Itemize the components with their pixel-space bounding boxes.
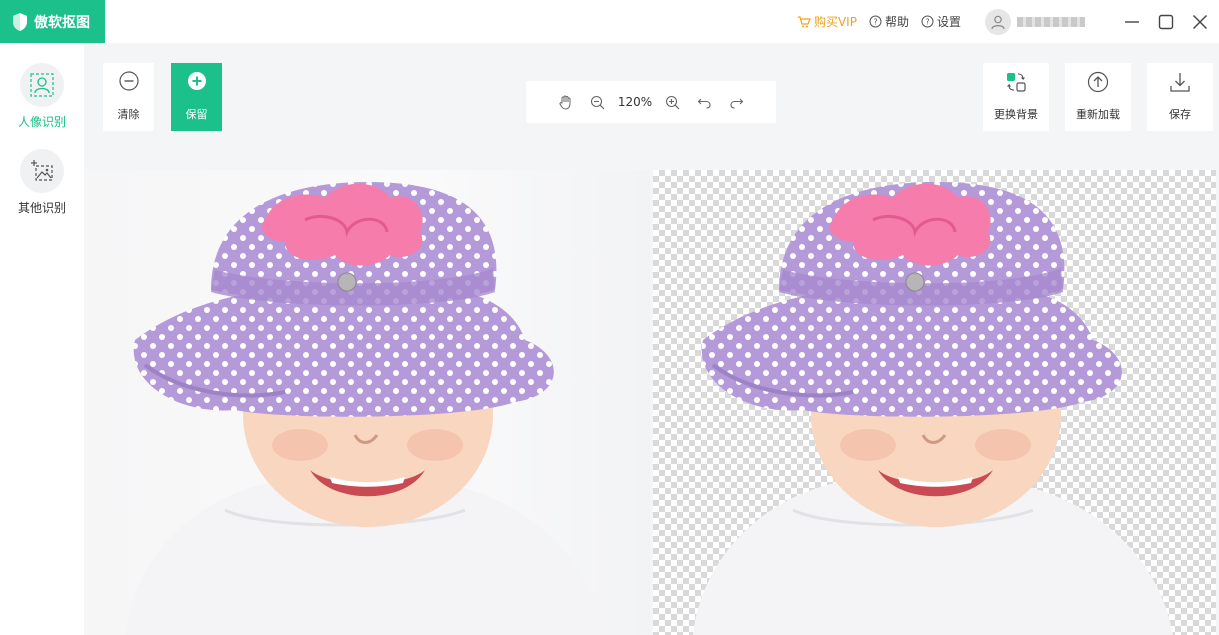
buy-vip-label: 购买VIP	[813, 15, 857, 29]
svg-text:?: ?	[925, 18, 929, 27]
original-image-canvas[interactable]	[85, 170, 650, 635]
avatar[interactable]	[985, 8, 1011, 35]
zoom-toolbar: 120%	[526, 81, 776, 123]
hand-icon	[559, 95, 571, 110]
user-account[interactable]	[985, 8, 1085, 35]
change-background-button[interactable]: 更换背景	[983, 63, 1049, 131]
keep-button[interactable]: 保留	[171, 63, 222, 131]
cutout-result-canvas[interactable]	[653, 170, 1216, 635]
cart-icon	[797, 15, 811, 27]
sidebar-item-portrait-label: 人像识别	[17, 115, 66, 129]
keep-label: 保留	[185, 108, 208, 121]
change-background-label: 更换背景	[994, 108, 1038, 121]
buy-vip-link[interactable]: 购买VIP	[797, 13, 857, 30]
download-icon	[1170, 73, 1190, 92]
swap-background-icon	[1007, 73, 1026, 92]
settings-icon: ?	[921, 15, 934, 28]
redo-button[interactable]	[723, 89, 749, 115]
zoom-out-button[interactable]	[585, 89, 611, 115]
settings-label: 设置	[936, 15, 961, 29]
svg-text:?: ?	[873, 18, 877, 27]
maximize-button[interactable]	[1149, 0, 1183, 43]
app-logo: 傲软抠图	[0, 0, 105, 43]
app-title: 傲软抠图	[34, 14, 90, 31]
blurred-username	[1017, 16, 1085, 27]
maximize-icon	[1158, 14, 1174, 29]
zoom-level: 120%	[617, 95, 653, 109]
clear-label: 清除	[117, 108, 140, 121]
minimize-icon	[1125, 20, 1139, 23]
zoom-in-icon	[665, 95, 680, 109]
save-label: 保存	[1169, 108, 1191, 121]
undo-button[interactable]	[691, 89, 717, 115]
portrait-icon	[20, 63, 64, 107]
reload-label: 重新加载	[1076, 108, 1120, 121]
help-icon: ?	[869, 15, 882, 28]
sidebar-item-other-label: 其他识别	[17, 201, 66, 215]
zoom-in-button[interactable]	[659, 89, 685, 115]
shield-logo-icon	[13, 12, 27, 31]
reload-button[interactable]: 重新加载	[1065, 63, 1131, 131]
close-button[interactable]	[1183, 0, 1217, 43]
minimize-button[interactable]	[1115, 0, 1149, 43]
help-link[interactable]: ? 帮助	[869, 13, 909, 30]
plus-circle-icon	[187, 72, 206, 90]
sidebar: 人像识别 其他识别	[0, 43, 84, 635]
clear-button[interactable]: 清除	[103, 63, 154, 131]
redo-icon	[730, 98, 743, 109]
image-add-icon	[20, 149, 64, 193]
settings-link[interactable]: ? 设置	[921, 13, 961, 30]
save-button[interactable]: 保存	[1147, 63, 1213, 131]
upload-circle-icon	[1087, 71, 1109, 93]
user-icon	[991, 15, 1005, 29]
baby-photo-cutout	[693, 182, 1173, 635]
pan-hand-button[interactable]	[553, 89, 579, 115]
sidebar-item-portrait[interactable]: 人像识别	[0, 63, 84, 130]
top-right-controls: 购买VIP ? 帮助 ? 设置	[797, 0, 1219, 43]
sidebar-item-other[interactable]: 其他识别	[0, 149, 84, 216]
title-bar: 傲软抠图 购买VIP ? 帮助 ? 设置	[0, 0, 1219, 43]
zoom-out-icon	[591, 95, 605, 109]
help-label: 帮助	[884, 15, 909, 29]
undo-icon	[697, 98, 711, 109]
baby-photo-original	[125, 182, 605, 635]
minus-circle-icon	[118, 71, 139, 91]
close-icon	[1193, 14, 1207, 29]
